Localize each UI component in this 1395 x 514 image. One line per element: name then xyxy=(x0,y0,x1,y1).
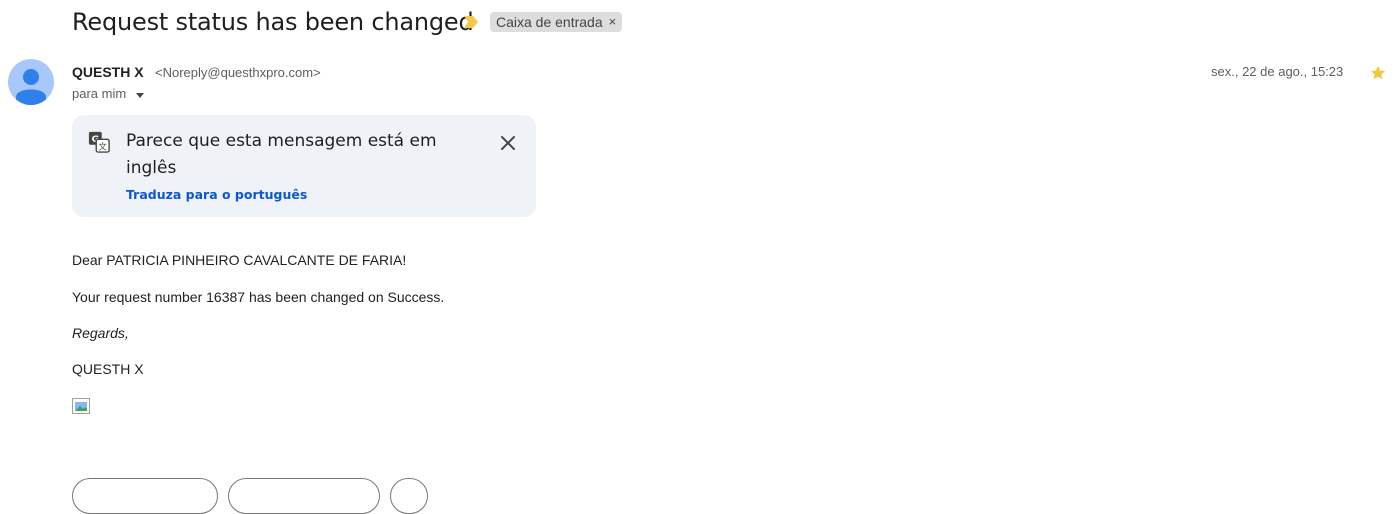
body-greeting: Dear PATRICIA PINHEIRO CAVALCANTE DE FAR… xyxy=(72,252,407,268)
close-icon[interactable] xyxy=(498,133,518,153)
translate-message: Parece que esta mensagem está em inglês xyxy=(126,131,437,178)
inbox-label-chip: Caixa de entrada × xyxy=(490,12,623,32)
star-icon[interactable] xyxy=(1369,64,1387,82)
default-avatar-icon[interactable] xyxy=(8,59,54,105)
remove-label-button[interactable]: × xyxy=(609,12,617,32)
email-date: sex., 22 de ago., 15:23 xyxy=(1211,64,1344,79)
emoji-reaction-button[interactable] xyxy=(390,478,428,514)
recipient-details-toggle[interactable]: para mim xyxy=(72,85,145,103)
translate-banner: G 文 Parece que esta mensagem está em ing… xyxy=(72,115,536,217)
translate-link[interactable]: Traduza para o português xyxy=(126,186,307,204)
recipient-label: para mim xyxy=(72,86,127,101)
importance-marker-icon[interactable] xyxy=(463,15,479,29)
chevron-down-icon[interactable] xyxy=(136,92,145,98)
body-text: Your request number 16387 has been chang… xyxy=(72,289,445,305)
body-regards: Regards, xyxy=(72,325,129,341)
email-subject: Request status has been changed xyxy=(72,8,474,36)
svg-text:文: 文 xyxy=(99,141,107,151)
sender-email: <Noreply@questhxpro.com> xyxy=(155,65,321,80)
body-signature: QUESTH X xyxy=(72,361,144,377)
forward-button[interactable] xyxy=(228,478,380,514)
broken-image-icon xyxy=(72,398,90,414)
sender-name[interactable]: QUESTH X xyxy=(72,63,144,81)
translate-icon: G 文 xyxy=(88,131,110,153)
inbox-label-text: Caixa de entrada xyxy=(496,14,603,30)
reply-button[interactable] xyxy=(72,478,218,514)
